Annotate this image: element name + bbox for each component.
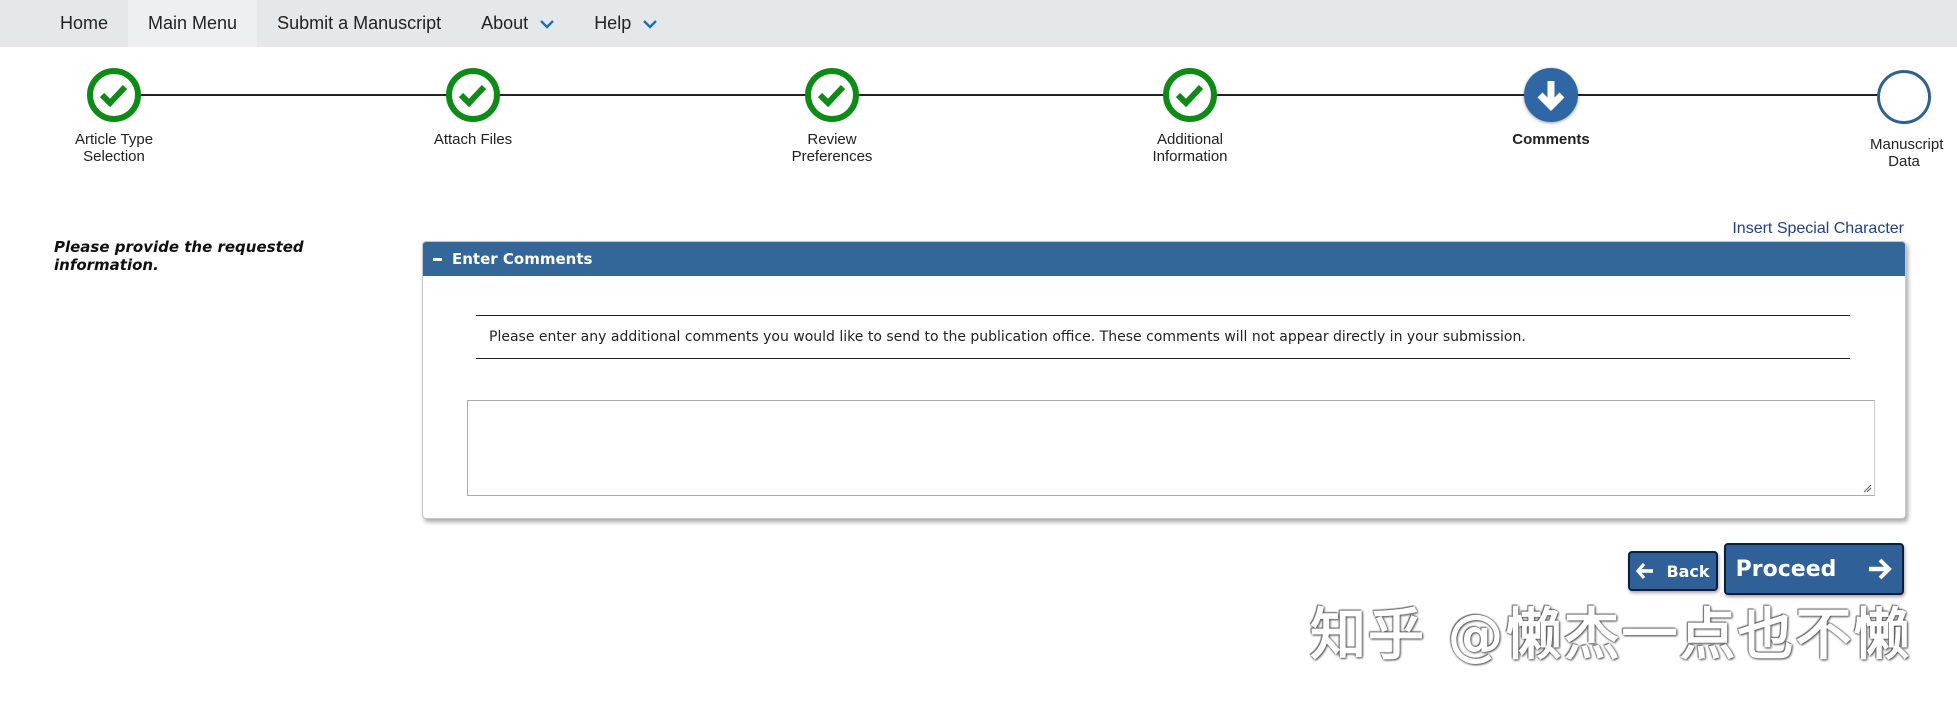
checkmark-icon bbox=[99, 84, 128, 108]
step-review-preferences[interactable]: Review Preferences bbox=[772, 68, 892, 168]
nav-home[interactable]: Home bbox=[40, 0, 128, 47]
step-label: Review Preferences bbox=[791, 131, 873, 165]
step-done-indicator bbox=[1163, 68, 1217, 122]
panel-message: Please enter any additional comments you… bbox=[476, 315, 1850, 359]
step-label: Manuscript Data bbox=[1870, 136, 1944, 170]
progress-line bbox=[118, 94, 1908, 96]
step-label: Comments bbox=[1512, 131, 1590, 148]
top-nav: Home Main Menu Submit a Manuscript About… bbox=[0, 0, 1957, 47]
proceed-button-label: Proceed bbox=[1735, 556, 1837, 582]
step-manuscript-data[interactable]: Manuscript Data bbox=[1844, 70, 1957, 170]
nav-main-menu-label: Main Menu bbox=[148, 13, 238, 33]
watermark: 知乎 @懒杰一点也不懒 bbox=[1310, 603, 1912, 668]
step-attach-files[interactable]: Attach Files bbox=[413, 68, 533, 168]
comments-panel: Enter Comments Please enter any addition… bbox=[422, 241, 1906, 519]
checkmark-icon bbox=[458, 84, 487, 108]
nav-help-label: Help bbox=[594, 13, 632, 33]
arrow-left-icon bbox=[1636, 563, 1654, 579]
panel-header[interactable]: Enter Comments bbox=[423, 242, 1905, 276]
step-comments[interactable]: Comments bbox=[1488, 68, 1614, 168]
step-additional-information[interactable]: Additional Information bbox=[1130, 68, 1250, 168]
back-button-label: Back bbox=[1666, 561, 1710, 581]
step-current-indicator bbox=[1524, 68, 1578, 122]
chevron-down-icon bbox=[643, 19, 658, 29]
chevron-down-icon bbox=[540, 19, 555, 29]
nav-main-menu[interactable]: Main Menu bbox=[128, 0, 258, 47]
proceed-button[interactable]: Proceed bbox=[1724, 543, 1904, 595]
checkmark-icon bbox=[1175, 84, 1204, 108]
step-article-type-selection[interactable]: Article Type Selection bbox=[54, 68, 174, 168]
step-label: Article Type Selection bbox=[74, 131, 154, 165]
nav-submit-manuscript-label: Submit a Manuscript bbox=[277, 13, 442, 33]
checkmark-icon bbox=[817, 84, 846, 108]
step-done-indicator bbox=[446, 68, 500, 122]
back-button[interactable]: Back bbox=[1628, 551, 1718, 591]
step-done-indicator bbox=[805, 68, 859, 122]
nav-help[interactable]: Help bbox=[574, 0, 677, 47]
panel-title: Enter Comments bbox=[452, 250, 593, 268]
collapse-icon bbox=[433, 257, 442, 261]
arrow-right-icon bbox=[1869, 558, 1893, 580]
step-todo-indicator bbox=[1877, 70, 1931, 124]
step-done-indicator bbox=[87, 68, 141, 122]
step-label: Attach Files bbox=[433, 131, 513, 148]
insert-special-character-link[interactable]: Insert Special Character bbox=[1732, 220, 1904, 238]
arrow-down-icon bbox=[1537, 81, 1565, 111]
step-label: Additional Information bbox=[1152, 131, 1228, 165]
nav-about[interactable]: About bbox=[461, 0, 574, 47]
instruction-text: Please provide the requested information… bbox=[54, 238, 304, 274]
resize-handle-icon[interactable] bbox=[1862, 483, 1872, 493]
nav-home-label: Home bbox=[60, 13, 109, 33]
nav-submit-manuscript[interactable]: Submit a Manuscript bbox=[257, 0, 461, 47]
comments-textarea[interactable] bbox=[467, 400, 1875, 496]
nav-about-label: About bbox=[481, 13, 529, 33]
